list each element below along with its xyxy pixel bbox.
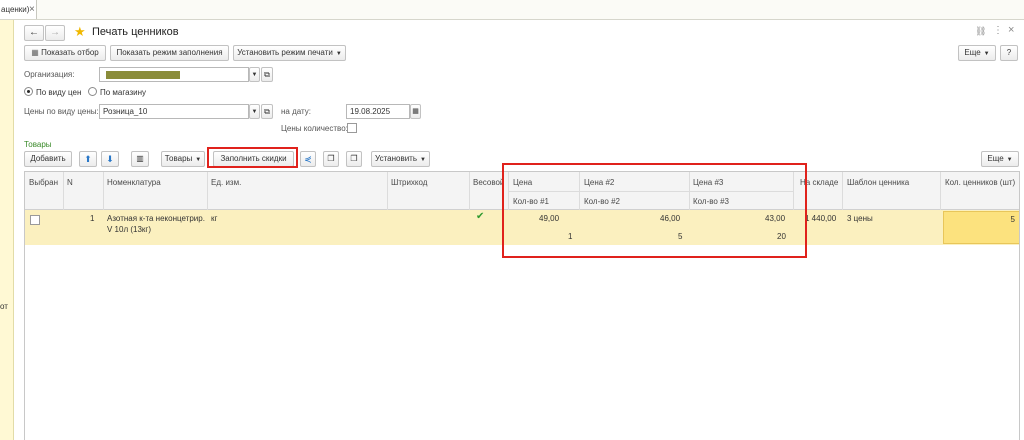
by-store-label: По магазину xyxy=(100,88,147,97)
row-nomenclature-line1: Азотная к-та неконцетрир. xyxy=(107,214,205,223)
header-barcode[interactable]: Штрихкод xyxy=(391,178,427,187)
organization-label: Организация: xyxy=(24,70,75,79)
tab-label: аценки) xyxy=(1,5,30,14)
close-icon[interactable]: × xyxy=(1008,24,1014,36)
link-icon[interactable]: ⛓ xyxy=(975,26,986,37)
date-label: на дату: xyxy=(281,107,312,116)
row-count: 5 xyxy=(1010,215,1015,224)
organization-open-icon[interactable]: ⧉ xyxy=(261,67,273,82)
goods-menu-button[interactable]: Товары ▼ xyxy=(161,151,205,167)
move-down-icon[interactable]: ⬇ xyxy=(101,151,119,167)
header-selected[interactable]: Выбран xyxy=(29,178,58,187)
row-nomenclature-line2: V 10л (13кг) xyxy=(107,225,151,234)
share-icon[interactable]: ⋞ xyxy=(300,151,316,167)
back-button[interactable]: ← xyxy=(24,25,44,41)
price-type-field[interactable]: Розница_10 xyxy=(99,104,249,119)
header-nomenclature[interactable]: Номенклатура xyxy=(107,178,161,187)
count-cell[interactable]: 5 xyxy=(943,211,1019,244)
chevron-down-icon: ▼ xyxy=(335,51,342,57)
header-n[interactable]: N xyxy=(67,178,73,187)
by-price-type-label: По виду цен xyxy=(36,88,82,97)
price-type-open-icon[interactable]: ⧉ xyxy=(261,104,273,119)
set-button[interactable]: Установить ▼ xyxy=(371,151,430,167)
forward-button[interactable]: → xyxy=(45,25,65,41)
help-button[interactable]: ? xyxy=(1000,45,1018,61)
copy-green-icon[interactable]: ❐ xyxy=(323,151,339,167)
chevron-down-icon: ▼ xyxy=(983,51,990,57)
price-type-dropdown-button[interactable]: ▼ xyxy=(249,104,260,119)
more-button[interactable]: Еще ▼ xyxy=(958,45,996,61)
chevron-down-icon: ▼ xyxy=(420,157,426,163)
organization-dropdown-button[interactable]: ▼ xyxy=(249,67,260,82)
tab-strip xyxy=(0,0,1024,20)
left-panel xyxy=(0,20,14,440)
redacted-value xyxy=(106,71,180,79)
price-type-label: Цены по виду цены: xyxy=(24,107,99,116)
prices-qty-label: Цены количество: xyxy=(281,124,348,133)
row-selected-checkbox[interactable] xyxy=(30,215,40,225)
goods-more-button[interactable]: Еще ▼ xyxy=(981,151,1019,167)
header-weight[interactable]: Весовой xyxy=(473,178,504,187)
header-unit[interactable]: Ед. изм. xyxy=(211,178,241,187)
by-store-radio[interactable] xyxy=(88,87,97,96)
tab-close-icon[interactable]: × xyxy=(29,0,35,19)
show-filter-button[interactable]: ▦ Показать отбор xyxy=(24,45,106,61)
star-icon[interactable]: ★ xyxy=(74,24,86,40)
chevron-down-icon: ▼ xyxy=(195,157,202,163)
header-count[interactable]: Кол. ценников (шт) xyxy=(945,178,1015,187)
more-icon[interactable]: ⋮ xyxy=(993,25,1003,36)
highlight-box-prices xyxy=(502,163,807,258)
row-stock: 1 440,00 xyxy=(805,214,837,223)
goods-section-label: Товары xyxy=(24,140,52,149)
weight-check-icon: ✔ xyxy=(476,211,485,222)
organization-field[interactable] xyxy=(99,67,249,82)
filter-icon: ▦ xyxy=(31,48,42,57)
header-template[interactable]: Шаблон ценника xyxy=(847,178,909,187)
page-title: Печать ценников xyxy=(92,26,179,38)
prices-qty-checkbox[interactable] xyxy=(347,123,357,133)
row-template: 3 цены xyxy=(847,214,873,223)
calendar-icon[interactable]: ▦ xyxy=(410,104,421,119)
move-up-icon[interactable]: ⬆ xyxy=(79,151,97,167)
date-field[interactable]: 19.08.2025 xyxy=(346,104,410,119)
barcode-icon[interactable]: ▥ xyxy=(131,151,149,167)
highlight-box-fill-discounts xyxy=(207,147,298,168)
by-price-type-radio[interactable] xyxy=(24,87,33,96)
set-print-mode-button[interactable]: Установить режим печати ▼ xyxy=(233,45,346,61)
row-n: 1 xyxy=(90,214,95,223)
show-fill-mode-button[interactable]: Показать режим заполнения xyxy=(110,45,229,61)
add-button[interactable]: Добавить xyxy=(24,151,72,167)
left-panel-text: от xyxy=(0,302,8,311)
copy-icon[interactable]: ❐ xyxy=(346,151,362,167)
chevron-down-icon: ▼ xyxy=(1006,157,1013,163)
row-unit: кг xyxy=(211,214,218,223)
